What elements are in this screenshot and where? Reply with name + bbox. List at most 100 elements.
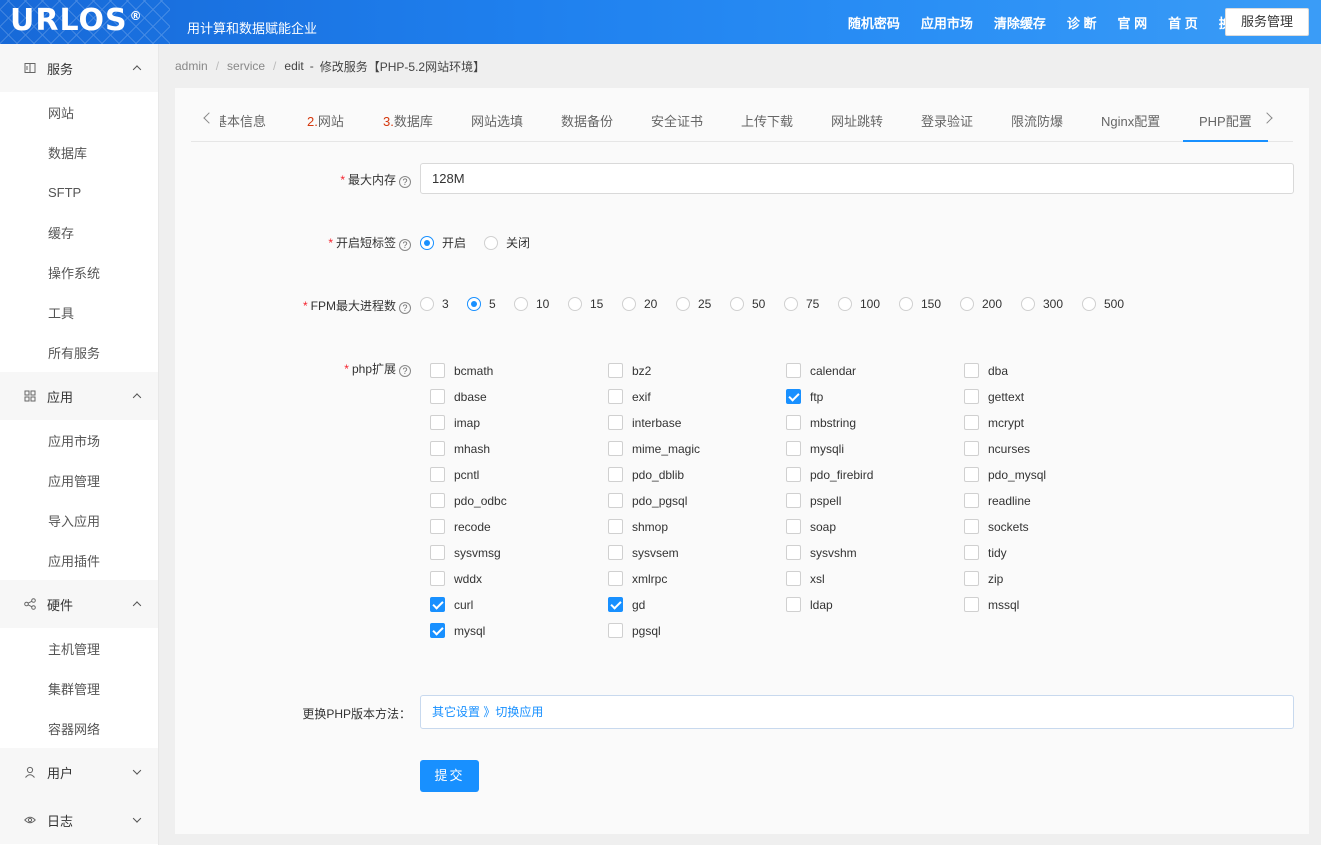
- tab-11[interactable]: PHP配置: [1183, 104, 1268, 142]
- php-ext-checkbox[interactable]: bz2: [608, 363, 651, 378]
- php-ext-checkbox[interactable]: sysvmsg: [430, 545, 501, 560]
- sidebar-item[interactable]: 应用市场: [0, 420, 158, 460]
- breadcrumb-admin[interactable]: admin: [175, 59, 208, 73]
- php-ext-checkbox[interactable]: pdo_firebird: [786, 467, 873, 482]
- sidebar-group-3[interactable]: 用户: [0, 748, 158, 796]
- php-ext-checkbox[interactable]: mhash: [430, 441, 490, 456]
- sidebar-item[interactable]: 导入应用: [0, 500, 158, 540]
- php-ext-checkbox[interactable]: ldap: [786, 597, 833, 612]
- php-ext-checkbox[interactable]: pcntl: [430, 467, 479, 482]
- short-tag-radio[interactable]: 开启: [420, 234, 466, 251]
- php-ext-checkbox[interactable]: mysqli: [786, 441, 844, 456]
- top-nav-item[interactable]: 随机密码: [848, 13, 900, 32]
- php-ext-checkbox[interactable]: zip: [964, 571, 1003, 586]
- php-ext-checkbox[interactable]: sockets: [964, 519, 1029, 534]
- sidebar-item[interactable]: 应用插件: [0, 540, 158, 580]
- urlos-logo[interactable]: URLOS ®: [10, 3, 143, 38]
- php-ext-checkbox[interactable]: gettext: [964, 389, 1024, 404]
- fpm-radio[interactable]: 150: [899, 297, 941, 311]
- php-ext-checkbox[interactable]: soap: [786, 519, 836, 534]
- fpm-radio[interactable]: 20: [622, 297, 657, 311]
- tab-8[interactable]: 登录验证: [921, 104, 973, 142]
- tab-3[interactable]: 网站选填: [471, 104, 523, 142]
- chevron-up-icon[interactable]: [132, 65, 142, 74]
- max-memory-input[interactable]: 128M: [420, 163, 1294, 194]
- sidebar-item[interactable]: 容器网络: [0, 708, 158, 748]
- php-ext-checkbox[interactable]: exif: [608, 389, 651, 404]
- php-ext-checkbox[interactable]: pdo_odbc: [430, 493, 507, 508]
- fpm-radio[interactable]: 15: [568, 297, 603, 311]
- sidebar-item[interactable]: 操作系统: [0, 252, 158, 292]
- php-ext-checkbox[interactable]: mbstring: [786, 415, 856, 430]
- sidebar-item[interactable]: SFTP: [0, 172, 158, 212]
- sidebar-item[interactable]: 缓存: [0, 212, 158, 252]
- tab-6[interactable]: 上传下载: [741, 104, 793, 142]
- php-ext-checkbox[interactable]: interbase: [608, 415, 681, 430]
- sidebar-item[interactable]: 主机管理: [0, 628, 158, 668]
- php-ext-checkbox[interactable]: sysvshm: [786, 545, 857, 560]
- sidebar-group-2[interactable]: 硬件: [0, 580, 158, 628]
- php-ext-checkbox[interactable]: recode: [430, 519, 491, 534]
- php-ext-checkbox[interactable]: dbase: [430, 389, 487, 404]
- fpm-radio[interactable]: 50: [730, 297, 765, 311]
- sidebar-group-1[interactable]: 应用: [0, 372, 158, 420]
- php-ext-checkbox[interactable]: mysql: [430, 623, 485, 638]
- top-nav-item[interactable]: 诊 断: [1067, 13, 1097, 32]
- top-nav-item[interactable]: 首 页: [1168, 13, 1198, 32]
- fpm-radio[interactable]: 5: [467, 297, 496, 311]
- php-ext-checkbox[interactable]: gd: [608, 597, 645, 612]
- top-nav-item[interactable]: 应用市场: [921, 13, 973, 32]
- tab-4[interactable]: 数据备份: [561, 104, 613, 142]
- service-manage-button[interactable]: 服务管理: [1224, 8, 1309, 36]
- php-ext-checkbox[interactable]: mime_magic: [608, 441, 700, 456]
- fpm-radio[interactable]: 200: [960, 297, 1002, 311]
- sidebar-item[interactable]: 工具: [0, 292, 158, 332]
- tab-9[interactable]: 限流防爆: [1011, 104, 1063, 142]
- top-nav-item[interactable]: 官 网: [1118, 13, 1148, 32]
- sidebar-item[interactable]: 数据库: [0, 132, 158, 172]
- php-ext-checkbox[interactable]: pgsql: [608, 623, 661, 638]
- php-ext-checkbox[interactable]: pspell: [786, 493, 841, 508]
- tab-5[interactable]: 安全证书: [651, 104, 703, 142]
- php-ext-checkbox[interactable]: dba: [964, 363, 1008, 378]
- php-ext-checkbox[interactable]: ncurses: [964, 441, 1030, 456]
- php-ext-checkbox[interactable]: shmop: [608, 519, 668, 534]
- fpm-radio[interactable]: 10: [514, 297, 549, 311]
- switch-version-link[interactable]: 其它设置 》切换应用: [420, 695, 1294, 729]
- tab-scroll-left-icon[interactable]: [203, 112, 215, 124]
- short-tag-radio[interactable]: 关闭: [484, 234, 530, 251]
- tab-10[interactable]: Nginx配置: [1101, 104, 1160, 142]
- help-icon[interactable]: ?: [399, 239, 411, 251]
- sidebar-item[interactable]: 所有服务: [0, 332, 158, 372]
- php-ext-checkbox[interactable]: imap: [430, 415, 480, 430]
- chevron-down-icon[interactable]: [132, 814, 142, 823]
- help-icon[interactable]: ?: [399, 176, 411, 188]
- tab-7[interactable]: 网址跳转: [831, 104, 883, 142]
- sidebar-item[interactable]: 集群管理: [0, 668, 158, 708]
- php-ext-checkbox[interactable]: pdo_pgsql: [608, 493, 687, 508]
- help-icon[interactable]: ?: [399, 365, 411, 377]
- fpm-radio[interactable]: 3: [420, 297, 449, 311]
- chevron-up-icon[interactable]: [132, 393, 142, 402]
- sidebar-group-4[interactable]: 日志: [0, 796, 158, 844]
- php-ext-checkbox[interactable]: xmlrpc: [608, 571, 667, 586]
- chevron-up-icon[interactable]: [132, 601, 142, 610]
- php-ext-checkbox[interactable]: tidy: [964, 545, 1007, 560]
- php-ext-checkbox[interactable]: mcrypt: [964, 415, 1024, 430]
- chevron-down-icon[interactable]: [132, 766, 142, 775]
- tab-1[interactable]: 2.网站: [307, 104, 344, 142]
- breadcrumb-service[interactable]: service: [227, 59, 265, 73]
- php-ext-checkbox[interactable]: readline: [964, 493, 1031, 508]
- tab-0[interactable]: 基本信息: [220, 104, 266, 142]
- sidebar-item[interactable]: 应用管理: [0, 460, 158, 500]
- submit-button[interactable]: 提交: [420, 760, 479, 792]
- php-ext-checkbox[interactable]: pdo_dblib: [608, 467, 684, 482]
- fpm-radio[interactable]: 100: [838, 297, 880, 311]
- php-ext-checkbox[interactable]: bcmath: [430, 363, 493, 378]
- fpm-radio[interactable]: 300: [1021, 297, 1063, 311]
- php-ext-checkbox[interactable]: xsl: [786, 571, 825, 586]
- php-ext-checkbox[interactable]: wddx: [430, 571, 482, 586]
- fpm-radio[interactable]: 500: [1082, 297, 1124, 311]
- php-ext-checkbox[interactable]: pdo_mysql: [964, 467, 1046, 482]
- php-ext-checkbox[interactable]: calendar: [786, 363, 856, 378]
